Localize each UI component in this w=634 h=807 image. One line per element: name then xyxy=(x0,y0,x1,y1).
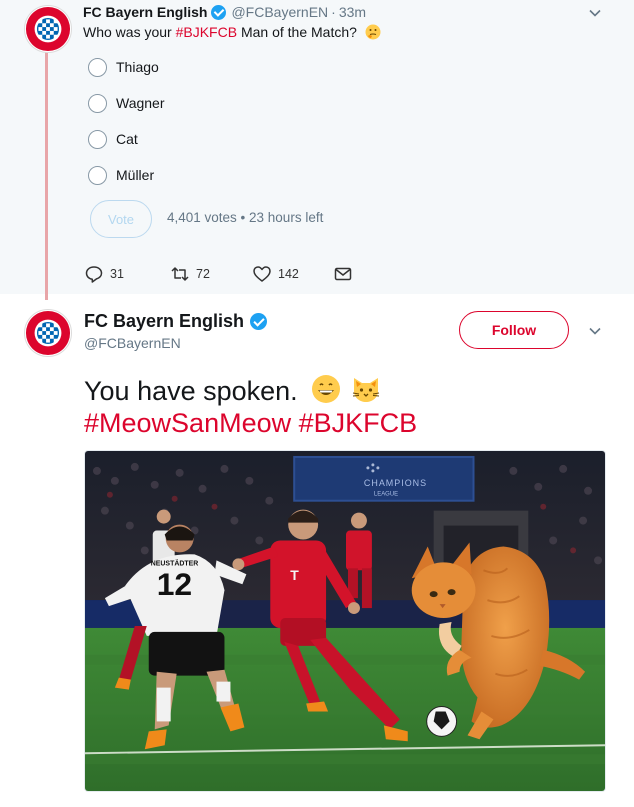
avatar[interactable] xyxy=(24,5,72,53)
poll-option-label: Cat xyxy=(116,131,138,147)
tweet-text-before: Who was your xyxy=(83,24,176,40)
direct-message-button[interactable] xyxy=(333,264,359,284)
handle[interactable]: @FCBayernEN xyxy=(231,4,328,20)
hashtag-link[interactable]: #BJKFCB xyxy=(176,24,237,40)
display-name[interactable]: FC Bayern English xyxy=(83,4,207,20)
jersey-number: 12 xyxy=(157,566,192,602)
tweet-text-after: Man of the Match? xyxy=(237,24,357,40)
tweet-photo[interactable]: CHAMPIONS LEAGUE T 12 NEUSTÄDTER xyxy=(84,450,606,792)
radio-button[interactable] xyxy=(88,129,107,149)
thread-connector-line xyxy=(45,52,48,300)
chevron-down-icon[interactable] xyxy=(588,324,602,338)
poll-option-label: Müller xyxy=(116,167,155,183)
poll-option-wagner[interactable]: Wagner xyxy=(88,92,165,114)
timestamp[interactable]: 33m xyxy=(339,4,366,20)
thinking-face-icon xyxy=(365,24,381,40)
envelope-icon xyxy=(334,267,352,281)
radio-button[interactable] xyxy=(88,165,107,185)
svg-text:T: T xyxy=(290,567,299,583)
grinning-face-icon xyxy=(312,375,341,403)
retweet-button[interactable]: 72 xyxy=(170,264,210,284)
poll-tweet[interactable]: FC Bayern English @FCBayernEN · 33m Who … xyxy=(0,0,634,300)
tweet-header: FC Bayern English @FCBayernEN · 33m xyxy=(83,4,366,20)
poll-meta: 4,401 votes • 23 hours left xyxy=(167,210,324,225)
football-photo: CHAMPIONS LEAGUE T 12 NEUSTÄDTER xyxy=(85,451,605,791)
like-button[interactable]: 142 xyxy=(252,264,299,284)
retweet-count: 72 xyxy=(196,267,210,281)
bayern-logo-icon xyxy=(25,6,71,52)
reply-icon xyxy=(85,266,103,283)
avatar[interactable] xyxy=(24,309,72,357)
jersey-name: NEUSTÄDTER xyxy=(151,559,199,567)
radio-button[interactable] xyxy=(88,93,107,113)
reply-button[interactable]: 31 xyxy=(84,264,124,284)
handle[interactable]: @FCBayernEN xyxy=(84,335,181,351)
radio-button[interactable] xyxy=(88,57,107,77)
retweet-icon xyxy=(171,267,189,281)
chevron-down-icon[interactable] xyxy=(588,6,602,20)
tweet-text: You have spoken. #MeowSanMeow #BJKFCB xyxy=(84,374,417,439)
cat-face-icon xyxy=(352,378,379,402)
like-count: 142 xyxy=(278,267,299,281)
poll-option-cat[interactable]: Cat xyxy=(88,128,138,150)
board-text: CHAMPIONS xyxy=(364,478,427,488)
hashtag-link[interactable]: #MeowSanMeow #BJKFCB xyxy=(84,407,417,439)
separator: · xyxy=(331,4,336,20)
heart-icon xyxy=(253,266,271,282)
poll-option-label: Thiago xyxy=(116,59,159,75)
tweet-text-line1: You have spoken. xyxy=(84,374,417,407)
poll-option-thiago[interactable]: Thiago xyxy=(88,56,159,78)
display-name-text[interactable]: FC Bayern English xyxy=(84,311,244,332)
board-text-2: LEAGUE xyxy=(374,492,398,498)
vote-button[interactable]: Vote xyxy=(90,200,152,238)
bayern-logo-icon xyxy=(25,310,71,356)
reply-count: 31 xyxy=(110,267,124,281)
display-name[interactable]: FC Bayern English xyxy=(84,311,268,332)
verified-badge-icon xyxy=(211,4,227,20)
verified-badge-icon xyxy=(250,313,268,330)
poll-option-label: Wagner xyxy=(116,95,165,111)
poll-option-muller[interactable]: Müller xyxy=(88,164,154,186)
follow-button[interactable]: Follow xyxy=(459,311,569,349)
tweet-text-line1-text: You have spoken. xyxy=(84,376,298,406)
tweet-text: Who was your #BJKFCB Man of the Match? xyxy=(83,24,381,40)
